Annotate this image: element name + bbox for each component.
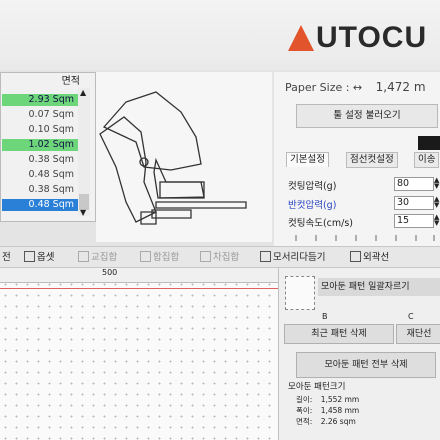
cut-pressure-input[interactable]: 80 <box>394 177 434 191</box>
cut-pressure-stepper-icon[interactable]: ▲ ▼ <box>434 177 440 190</box>
canvas-guide-line <box>0 288 278 289</box>
size-value: 1,552 mm <box>320 395 360 404</box>
half-cut-pressure-stepper-icon[interactable]: ▲ ▼ <box>434 196 440 209</box>
pattern-preview-drawing <box>99 91 247 225</box>
scroll-down-icon[interactable]: ▼ <box>80 208 86 217</box>
toolbar-label: 전 <box>2 252 11 263</box>
paper-size-value: 1,472 m <box>375 80 426 94</box>
size-label: 길이: <box>296 395 313 404</box>
column-b-label: B <box>322 312 328 321</box>
cut-speed-stepper-icon[interactable]: ▲ ▼ <box>434 214 440 227</box>
toolbar-label: 차집합 <box>213 252 240 263</box>
outline-button[interactable]: 외곽선 <box>350 249 389 263</box>
logo-triangle-icon <box>288 25 314 51</box>
size-area: 면적: 2.26 sqm <box>296 416 356 427</box>
scroll-up-icon[interactable]: ▲ <box>80 88 86 97</box>
cut-pressure-label: 컷팅압력(g) <box>288 181 337 192</box>
area-column-header: 면적 <box>61 76 80 87</box>
tab-feed[interactable]: 이송 <box>414 152 440 168</box>
round-corner-icon <box>260 250 271 262</box>
size-value: 2.26 sqm <box>320 417 356 426</box>
settings-slider-ticks <box>295 235 435 241</box>
cut-line-button[interactable]: 재단선 <box>396 324 440 344</box>
tab-dotted-cut-settings[interactable]: 점선컷설정 <box>346 152 398 168</box>
column-c-label: C <box>408 312 414 321</box>
union-button[interactable]: 합집합 <box>140 249 179 263</box>
paper-size-readout: Paper Size : ↔ 1,472 m <box>285 80 426 94</box>
size-length: 길이: 1,552 mm <box>296 394 359 405</box>
gathered-size-title: 모아둔 패턴크기 <box>288 382 346 392</box>
half-cut-pressure-label: 반컷압력(g) <box>288 200 337 211</box>
autocut-logo: UTOCU <box>288 20 427 56</box>
toolbar-label: 모서리다듬기 <box>273 252 326 263</box>
paper-size-label: Paper Size : ↔ <box>285 81 363 94</box>
area-row[interactable]: 0.07 Sqm <box>2 109 78 121</box>
area-list-scrollbar[interactable]: ▲ ▼ <box>78 88 90 217</box>
gathered-pattern-thumbnail[interactable] <box>285 276 315 310</box>
area-list: 2.93 Sqm 0.07 Sqm 0.10 Sqm 1.02 Sqm 0.38… <box>2 94 78 214</box>
union-icon <box>140 250 151 262</box>
toolbar-label: 교집합 <box>91 252 118 263</box>
cut-speed-input[interactable]: 15 <box>394 214 434 228</box>
area-row[interactable]: 0.10 Sqm <box>2 124 78 136</box>
toolbar-item-front[interactable]: 전 <box>2 249 11 263</box>
area-row[interactable]: 0.48 Sqm <box>2 199 78 211</box>
offset-button[interactable]: 옵셋 <box>24 249 54 263</box>
size-value: 1,458 mm <box>320 406 360 415</box>
horizontal-ruler <box>0 268 278 283</box>
cut-speed-label: 컷팅속도(cm/s) <box>288 218 354 229</box>
logo-text: UTOCU <box>316 21 428 54</box>
toolbar-label: 합집합 <box>153 252 180 263</box>
difference-button[interactable]: 차집합 <box>200 249 239 263</box>
area-row[interactable]: 2.93 Sqm <box>2 94 78 106</box>
intersection-button[interactable]: 교집합 <box>78 249 117 263</box>
area-row[interactable]: 1.02 Sqm <box>2 139 78 151</box>
toolbar-label: 외곽선 <box>363 252 390 263</box>
intersection-icon <box>78 250 89 262</box>
tab-basic-settings[interactable]: 기본설정 <box>286 152 329 167</box>
round-corner-button[interactable]: 모서리다듬기 <box>260 249 325 263</box>
size-label: 폭이: <box>296 406 313 415</box>
ruler-mark-label: 500 <box>102 268 118 277</box>
area-row[interactable]: 0.38 Sqm <box>2 184 78 196</box>
delete-all-gathered-button[interactable]: 모아둔 패턴 전부 삭제 <box>296 352 436 378</box>
outline-icon <box>350 250 361 262</box>
work-canvas[interactable] <box>0 268 278 440</box>
area-row[interactable]: 0.38 Sqm <box>2 154 78 166</box>
difference-icon <box>200 250 211 262</box>
dark-panel-edge <box>418 136 440 150</box>
area-row[interactable]: 0.48 Sqm <box>2 169 78 181</box>
size-label: 면적: <box>296 417 313 426</box>
load-tool-settings-button[interactable]: 툴 설정 불러오기 <box>296 104 438 128</box>
half-cut-pressure-input[interactable]: 30 <box>394 196 434 210</box>
delete-latest-pattern-button[interactable]: 최근 패턴 삭제 <box>284 324 394 344</box>
pattern-preview <box>96 72 272 242</box>
batch-cut-gathered-button[interactable]: 모아둔 패턴 일괄자르기 <box>318 278 440 296</box>
size-width: 폭이: 1,458 mm <box>296 405 359 416</box>
toolbar-label: 옵셋 <box>37 252 55 263</box>
offset-icon <box>24 250 35 262</box>
